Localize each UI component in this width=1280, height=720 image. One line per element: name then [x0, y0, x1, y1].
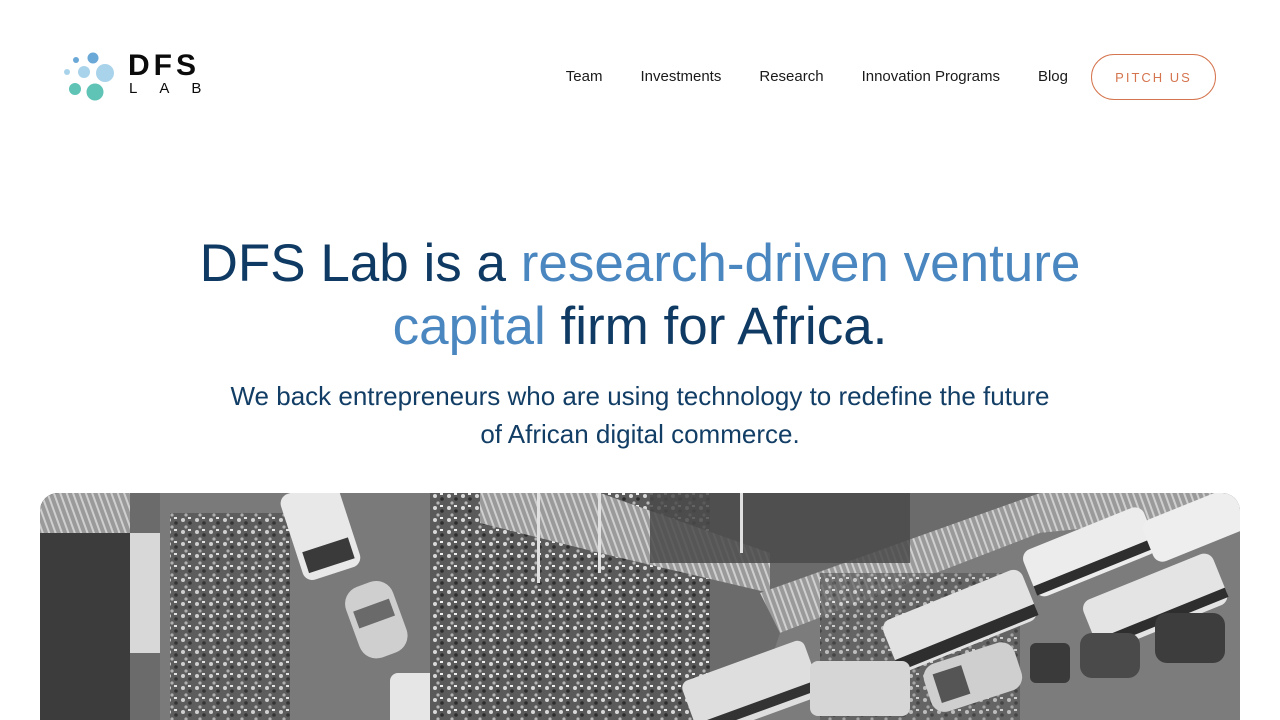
market-street-photo-icon: [40, 493, 1240, 720]
hero-subtitle: We back entrepreneurs who are using tech…: [230, 381, 1050, 449]
hero-title-part2: firm for Africa.: [545, 297, 888, 356]
site-header: DFS LAB Team Investments Research Innova…: [0, 0, 1280, 150]
logo-dots-icon: [64, 52, 114, 101]
nav-item-team[interactable]: Team: [566, 66, 603, 88]
hero-image: [40, 493, 1240, 720]
nav-item-blog[interactable]: Blog: [1038, 66, 1068, 88]
pitch-us-button[interactable]: PITCH US: [1091, 54, 1216, 100]
hero-title-part1: DFS Lab is a: [199, 234, 521, 293]
main-nav: Team Investments Research Innovation Pro…: [566, 66, 1068, 88]
logo-wordmark: DFS: [128, 49, 200, 82]
logo-subtext: LAB: [129, 80, 224, 97]
hero-title: DFS Lab is a research-driven venture cap…: [140, 232, 1140, 358]
nav-item-research[interactable]: Research: [759, 66, 823, 88]
nav-item-investments[interactable]: Investments: [640, 66, 721, 88]
nav-item-innovation-programs[interactable]: Innovation Programs: [862, 66, 1000, 88]
dfs-lab-logo[interactable]: DFS LAB: [62, 50, 212, 104]
